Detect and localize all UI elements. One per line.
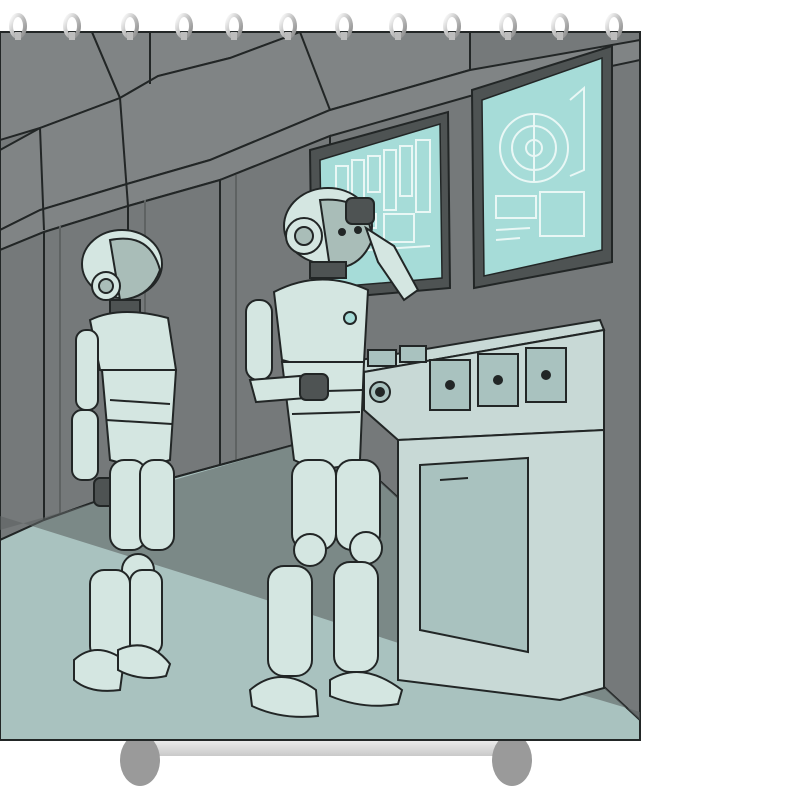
- curtain-panel: [0, 31, 641, 741]
- curtain-ring: [605, 13, 623, 40]
- curtain-ring: [63, 13, 81, 40]
- curtain-ring: [335, 13, 353, 40]
- curtain-ring: [389, 13, 407, 40]
- curtain-ring: [551, 13, 569, 40]
- curtain-ring: [279, 13, 297, 40]
- curtain-ring: [121, 13, 139, 40]
- curtain-ring: [499, 13, 517, 40]
- curtain-ring: [225, 13, 243, 40]
- curtain-ring: [175, 13, 193, 40]
- shower-curtain-illustration: [0, 13, 641, 786]
- curtain-ring: [443, 13, 461, 40]
- product-image: [0, 0, 800, 800]
- curtain-ring: [9, 13, 27, 40]
